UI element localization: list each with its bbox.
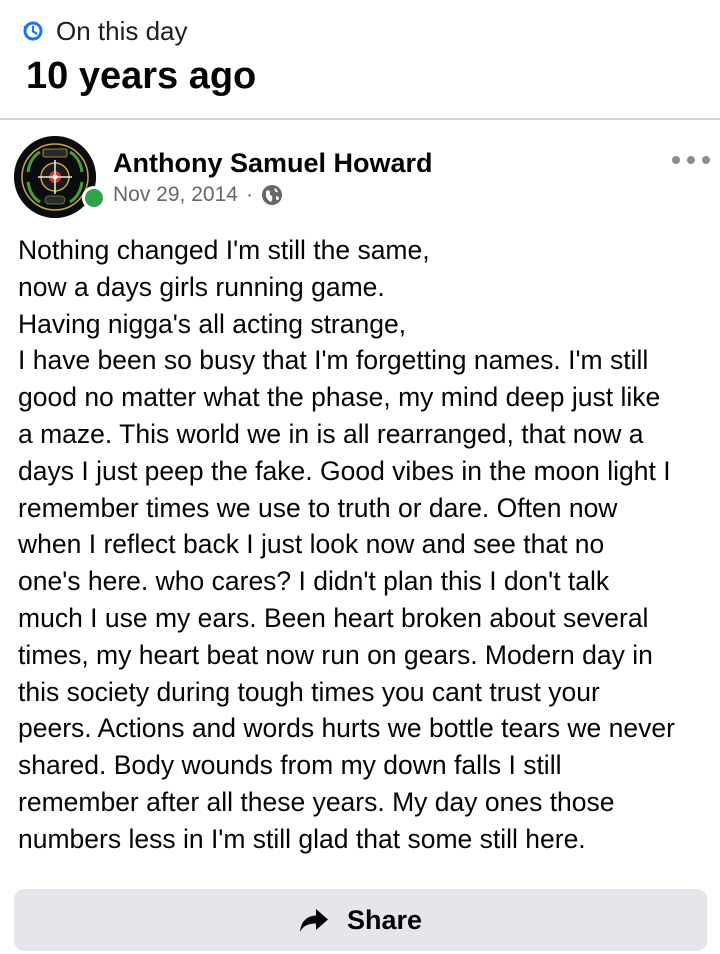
post-text-line: remember times we use to truth or dare. … — [18, 492, 618, 523]
post-text-line: peers. Actions and words hurts we bottle… — [18, 713, 675, 744]
post-text-line: one's here. who cares? I didn't plan thi… — [18, 566, 610, 597]
post-text-line: Having nigga's all acting strange, — [18, 308, 407, 339]
author-name[interactable]: Anthony Samuel Howard — [113, 146, 433, 180]
post-text-line: numbers less in I'm still glad that some… — [18, 823, 586, 854]
post-text-line: now a days girls running game. — [18, 271, 385, 302]
post-text-line: good no matter what the phase, my mind d… — [18, 382, 661, 413]
post-text-line: remember after all these years. My day o… — [18, 786, 615, 817]
memory-header: On this day 10 years ago — [0, 0, 720, 120]
post-header: Anthony Samuel Howard Nov 29, 2014 · — [0, 120, 720, 220]
globe-icon — [261, 184, 283, 206]
on-this-day-label: On this day — [56, 16, 188, 46]
post-text-line: shared. Body wounds from my down falls I… — [18, 750, 562, 781]
post-text-line: when I reflect back I just look now and … — [18, 529, 605, 560]
post-text-line: days I just peep the fake. Good vibes in… — [18, 455, 671, 486]
avatar[interactable] — [14, 136, 96, 218]
meta-separator: · — [245, 183, 253, 206]
post-text-line: Nothing changed I'm still the same, — [18, 235, 430, 265]
post-body: Nothing changed I'm still the same, now … — [18, 232, 718, 858]
online-status-dot — [82, 186, 106, 210]
post-text-line: times, my heart beat now run on gears. M… — [18, 639, 653, 670]
post-text-line: this society during tough times you cant… — [18, 676, 600, 707]
share-button[interactable]: Share — [14, 889, 707, 951]
share-arrow-icon — [299, 907, 329, 933]
more-options-button[interactable] — [672, 150, 710, 170]
post-meta: Nov 29, 2014 · — [113, 181, 283, 209]
post-text-line: much I use my ears. Been heart broken ab… — [18, 602, 649, 633]
on-this-day-row: On this day — [22, 14, 188, 48]
post-text-line: I have been so busy that I'm forgetting … — [18, 345, 649, 376]
share-label: Share — [346, 905, 423, 935]
clock-history-icon — [22, 20, 44, 42]
more-dots-icon — [672, 156, 680, 164]
years-ago-title: 10 years ago — [26, 55, 257, 97]
post-date[interactable]: Nov 29, 2014 — [113, 181, 238, 209]
post-text-line: a maze. This world we in is all rearrang… — [18, 418, 644, 449]
